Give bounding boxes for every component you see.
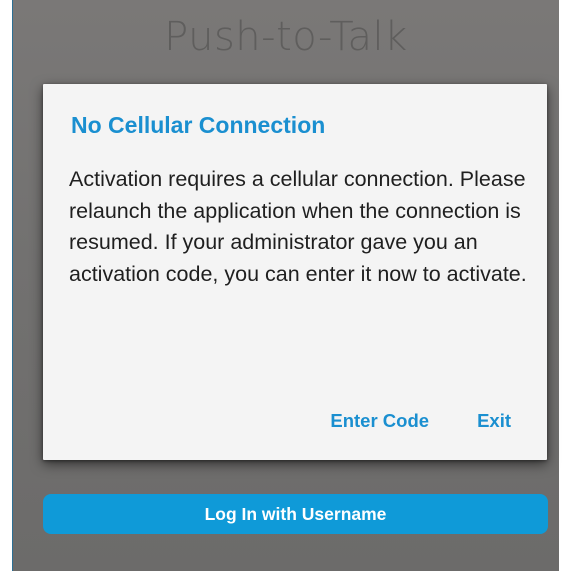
enter-code-button[interactable]: Enter Code xyxy=(330,410,429,432)
app-title: Push-to-Talk xyxy=(164,14,408,60)
dialog-title: No Cellular Connection xyxy=(71,112,326,138)
exit-button[interactable]: Exit xyxy=(477,410,511,432)
no-connection-dialog: No Cellular Connection Activation requir… xyxy=(43,84,547,460)
dialog-actions: Enter Code Exit xyxy=(330,410,511,432)
dialog-message: Activation requires a cellular connectio… xyxy=(69,167,527,286)
app-screen: Push-to-Talk No Cellular Connection Acti… xyxy=(12,0,559,571)
login-with-username-button[interactable]: Log In with Username xyxy=(43,494,548,534)
